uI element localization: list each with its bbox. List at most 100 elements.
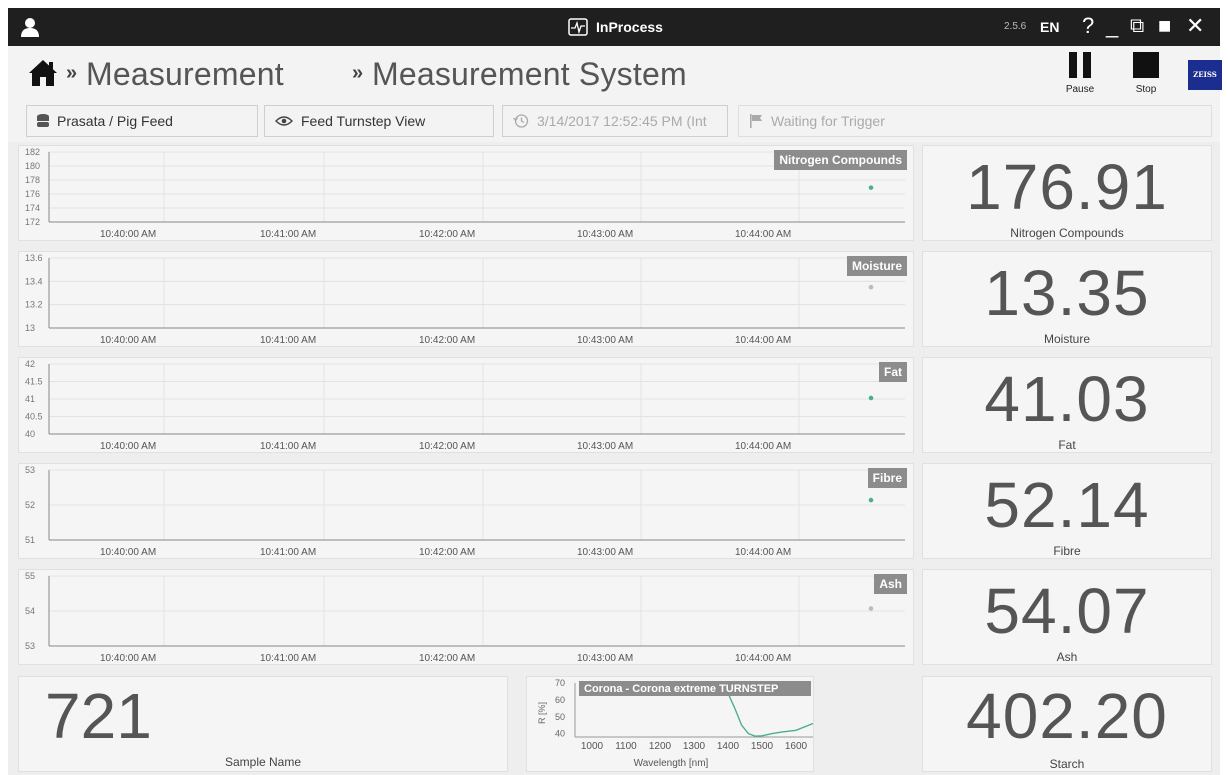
- user-icon[interactable]: [20, 17, 40, 37]
- moisture-label: Moisture: [1043, 332, 1090, 346]
- nitrogen-value-panel: 176.91 Nitrogen Compounds: [922, 145, 1212, 241]
- y-tick-label: 40: [25, 429, 35, 439]
- series-tag: Fat: [879, 362, 907, 382]
- y-tick-label: 40: [555, 729, 565, 739]
- x-tick-label: 10:41:00 AM: [260, 229, 316, 240]
- app-name: InProcess: [596, 19, 663, 35]
- home-icon[interactable]: [28, 58, 58, 88]
- y-tick-label: 182: [25, 147, 40, 157]
- zeiss-logo: ZEISS: [1188, 60, 1222, 90]
- minimize-button[interactable]: _: [1106, 12, 1118, 40]
- y-tick-label: 174: [25, 203, 40, 213]
- pause-icon: [1069, 52, 1091, 78]
- restore-button[interactable]: ⧉: [1130, 12, 1144, 40]
- x-tick-label: 10:42:00 AM: [419, 441, 475, 452]
- nitrogen-trend-chart: 182 180 178 176 174 172 10:40:00 AM 10:41:00 AM…: [18, 145, 914, 241]
- series-tag: Nitrogen Compounds: [774, 150, 907, 170]
- close-button[interactable]: ✕: [1186, 12, 1204, 40]
- view-selector[interactable]: Feed Turnstep View: [264, 105, 494, 137]
- timestamp-field[interactable]: 3/14/2017 12:52:45 PM (Int: [502, 105, 728, 137]
- x-tick-label: 10:44:00 AM: [735, 229, 791, 240]
- nitrogen-label: Nitrogen Compounds: [1010, 226, 1124, 240]
- language-selector[interactable]: EN: [1040, 19, 1059, 35]
- y-tick-label: 176: [25, 189, 40, 199]
- nitrogen-value: 176.91: [966, 151, 1168, 223]
- maximize-button[interactable]: ■: [1158, 12, 1171, 40]
- y-tick-label: 13.6: [25, 253, 43, 263]
- pause-label: Pause: [1065, 84, 1095, 95]
- trigger-status: Waiting for Trigger: [738, 105, 1212, 137]
- spectrum-title: Corona - Corona extreme TURNSTEP: [584, 683, 778, 695]
- fat-value: 41.03: [984, 363, 1150, 435]
- spectrum-plot: 70 60 50 40 1000 1100 1200 1300 1400 1500 1600 R [%…: [537, 678, 814, 769]
- stop-icon: [1133, 52, 1159, 78]
- database-icon: [37, 114, 49, 127]
- pause-button[interactable]: Pause: [1055, 52, 1105, 95]
- y-tick-label: 53: [25, 641, 35, 651]
- moisture-trend-chart: 13.6 13.4 13.2 13 10:40:00 AM 10:41:00 AM 10:4…: [18, 251, 914, 347]
- fibre-value: 52.14: [984, 469, 1150, 541]
- series-tag: Fibre: [867, 468, 907, 488]
- y-tick-label: 53: [25, 465, 35, 475]
- data-point: [868, 497, 874, 503]
- x-tick-label: 1600: [785, 741, 808, 752]
- data-point: [868, 185, 874, 190]
- breadcrumb-separator: »: [352, 62, 364, 84]
- x-tick-label: 10:44:00 AM: [735, 441, 791, 452]
- x-tick-label: 10:44:00 AM: [735, 335, 791, 346]
- y-tick-label: 60: [555, 695, 565, 705]
- product-selector[interactable]: Prasata / Pig Feed: [26, 105, 258, 137]
- fibre-label: Fibre: [1053, 544, 1081, 558]
- x-tick-label: 10:43:00 AM: [577, 229, 633, 240]
- moisture-value: 13.35: [984, 257, 1150, 329]
- y-tick-label: 40.5: [25, 412, 43, 422]
- ash-label: Ash: [1056, 650, 1078, 664]
- y-tick-label: 172: [25, 217, 40, 227]
- y-tick-label: 41: [25, 394, 35, 404]
- x-tick-label: 10:42:00 AM: [419, 653, 475, 664]
- x-tick-label: 10:40:00 AM: [100, 335, 156, 346]
- y-tick-label: 52: [25, 500, 35, 510]
- starch-value-panel: 402.20 Starch: [922, 676, 1212, 772]
- stop-button[interactable]: Stop: [1121, 52, 1171, 95]
- x-tick-label: 10:42:00 AM: [419, 229, 475, 240]
- x-tick-label: 1100: [615, 741, 637, 752]
- fat-trend-chart: 42 41.5 41 40.5 40 10:40:00 AM 10:41:00 AM 10:4…: [18, 357, 914, 453]
- app-pulse-icon: [568, 18, 588, 36]
- y-tick-label: 178: [25, 175, 40, 185]
- breadcrumb-measurement[interactable]: Measurement: [86, 56, 284, 93]
- series-tag: Moisture: [846, 256, 907, 276]
- y-tick-label: 41.5: [25, 377, 43, 387]
- x-tick-label: 10:42:00 AM: [419, 335, 475, 346]
- y-tick-label: 180: [25, 161, 40, 171]
- y-tick-label: 70: [555, 678, 565, 688]
- app-title: InProcess: [568, 18, 663, 36]
- x-tick-label: 10:41:00 AM: [260, 547, 316, 558]
- timestamp-value: 3/14/2017 12:52:45 PM (Int: [537, 113, 707, 129]
- x-tick-label: 1000: [581, 741, 604, 752]
- version-label: 2.5.6: [1004, 21, 1027, 32]
- x-tick-label: 1200: [649, 741, 672, 752]
- y-tick-label: 13.2: [25, 300, 43, 310]
- moisture-value-panel: 13.35 Moisture: [922, 251, 1212, 347]
- trend-plot: 42 41.5 41 40.5 40 10:40:00 AM 10:41:00 AM 10:4…: [25, 359, 905, 452]
- breadcrumb-separator: »: [66, 62, 78, 84]
- title-bar: InProcess 2.5.6 EN ? _ ⧉ ■ ✕: [8, 8, 1220, 46]
- x-tick-label: 10:41:00 AM: [260, 335, 316, 346]
- x-tick-label: 10:40:00 AM: [100, 229, 156, 240]
- flag-icon: [750, 114, 762, 128]
- x-tick-label: 10:41:00 AM: [260, 653, 316, 664]
- x-tick-label: 1400: [717, 741, 740, 752]
- data-point: [868, 284, 874, 290]
- sample-panel: 721 Sample Name: [18, 676, 508, 772]
- starch-label: Starch: [1049, 757, 1085, 771]
- y-axis-label: R [%]: [537, 702, 547, 724]
- data-point: [868, 606, 874, 611]
- help-button[interactable]: ?: [1082, 12, 1094, 40]
- x-tick-label: 10:40:00 AM: [100, 653, 156, 664]
- data-point: [868, 395, 874, 401]
- trend-plot: 55 54 53 10:40:00 AM 10:41:00 AM 10:42:00 AM 1…: [25, 571, 905, 664]
- y-tick-label: 50: [555, 712, 565, 722]
- starch-value: 402.20: [966, 680, 1168, 752]
- y-tick-label: 42: [25, 359, 35, 369]
